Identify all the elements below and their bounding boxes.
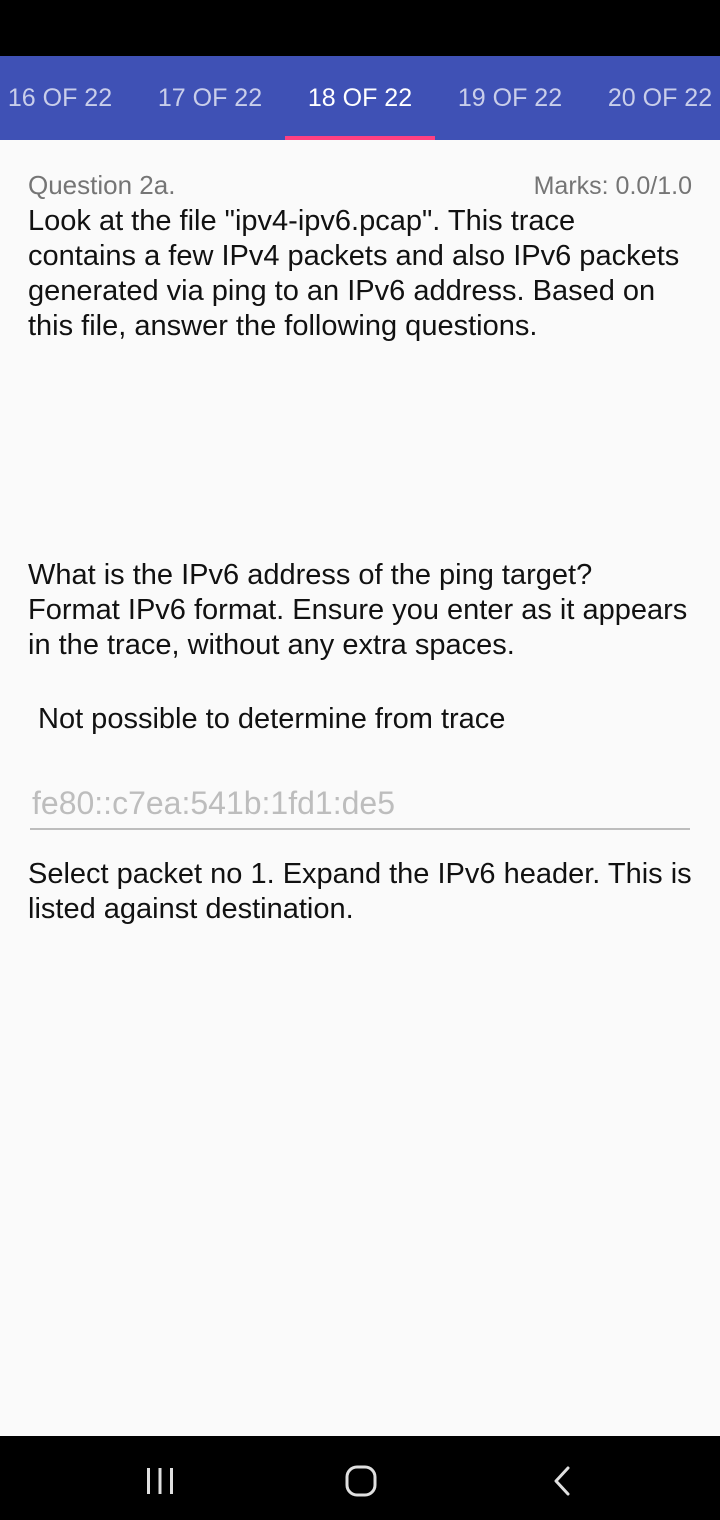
back-icon <box>554 1466 570 1496</box>
question-marks: Marks: 0.0/1.0 <box>533 172 692 200</box>
tab-question-19[interactable]: 19 OF 22 <box>435 56 585 140</box>
back-button[interactable] <box>533 1456 593 1506</box>
question-header: Question 2a. Marks: 0.0/1.0 <box>28 170 692 204</box>
question-prompt-text: What is the IPv6 address of the ping tar… <box>28 559 688 661</box>
answer-feedback-text: Select packet no 1. Expand the IPv6 head… <box>28 858 692 925</box>
tab-question-16[interactable]: 16 OF 22 <box>0 56 135 140</box>
tab-question-17[interactable]: 17 OF 22 <box>135 56 285 140</box>
system-navigation-bar <box>0 1436 720 1520</box>
question-tab-bar[interactable]: 16 OF 22 17 OF 22 18 OF 22 19 OF 22 20 O… <box>0 56 720 140</box>
recent-apps-button[interactable] <box>130 1456 190 1506</box>
answer-option-not-possible[interactable]: Not possible to determine from trace <box>38 702 505 737</box>
home-button[interactable] <box>331 1456 391 1506</box>
recent-apps-icon <box>147 1468 173 1494</box>
tab-question-20[interactable]: 20 OF 22 <box>585 56 720 140</box>
question-intro-text: Look at the file "ipv4-ipv6.pcap". This … <box>28 205 680 342</box>
answer-input[interactable] <box>30 778 690 830</box>
status-bar <box>0 0 720 56</box>
tab-question-18[interactable]: 18 OF 22 <box>285 56 435 140</box>
question-content: Question 2a. Marks: 0.0/1.0 Look at the … <box>0 140 720 1436</box>
home-icon <box>345 1465 377 1497</box>
question-number: Question 2a. <box>28 170 176 200</box>
